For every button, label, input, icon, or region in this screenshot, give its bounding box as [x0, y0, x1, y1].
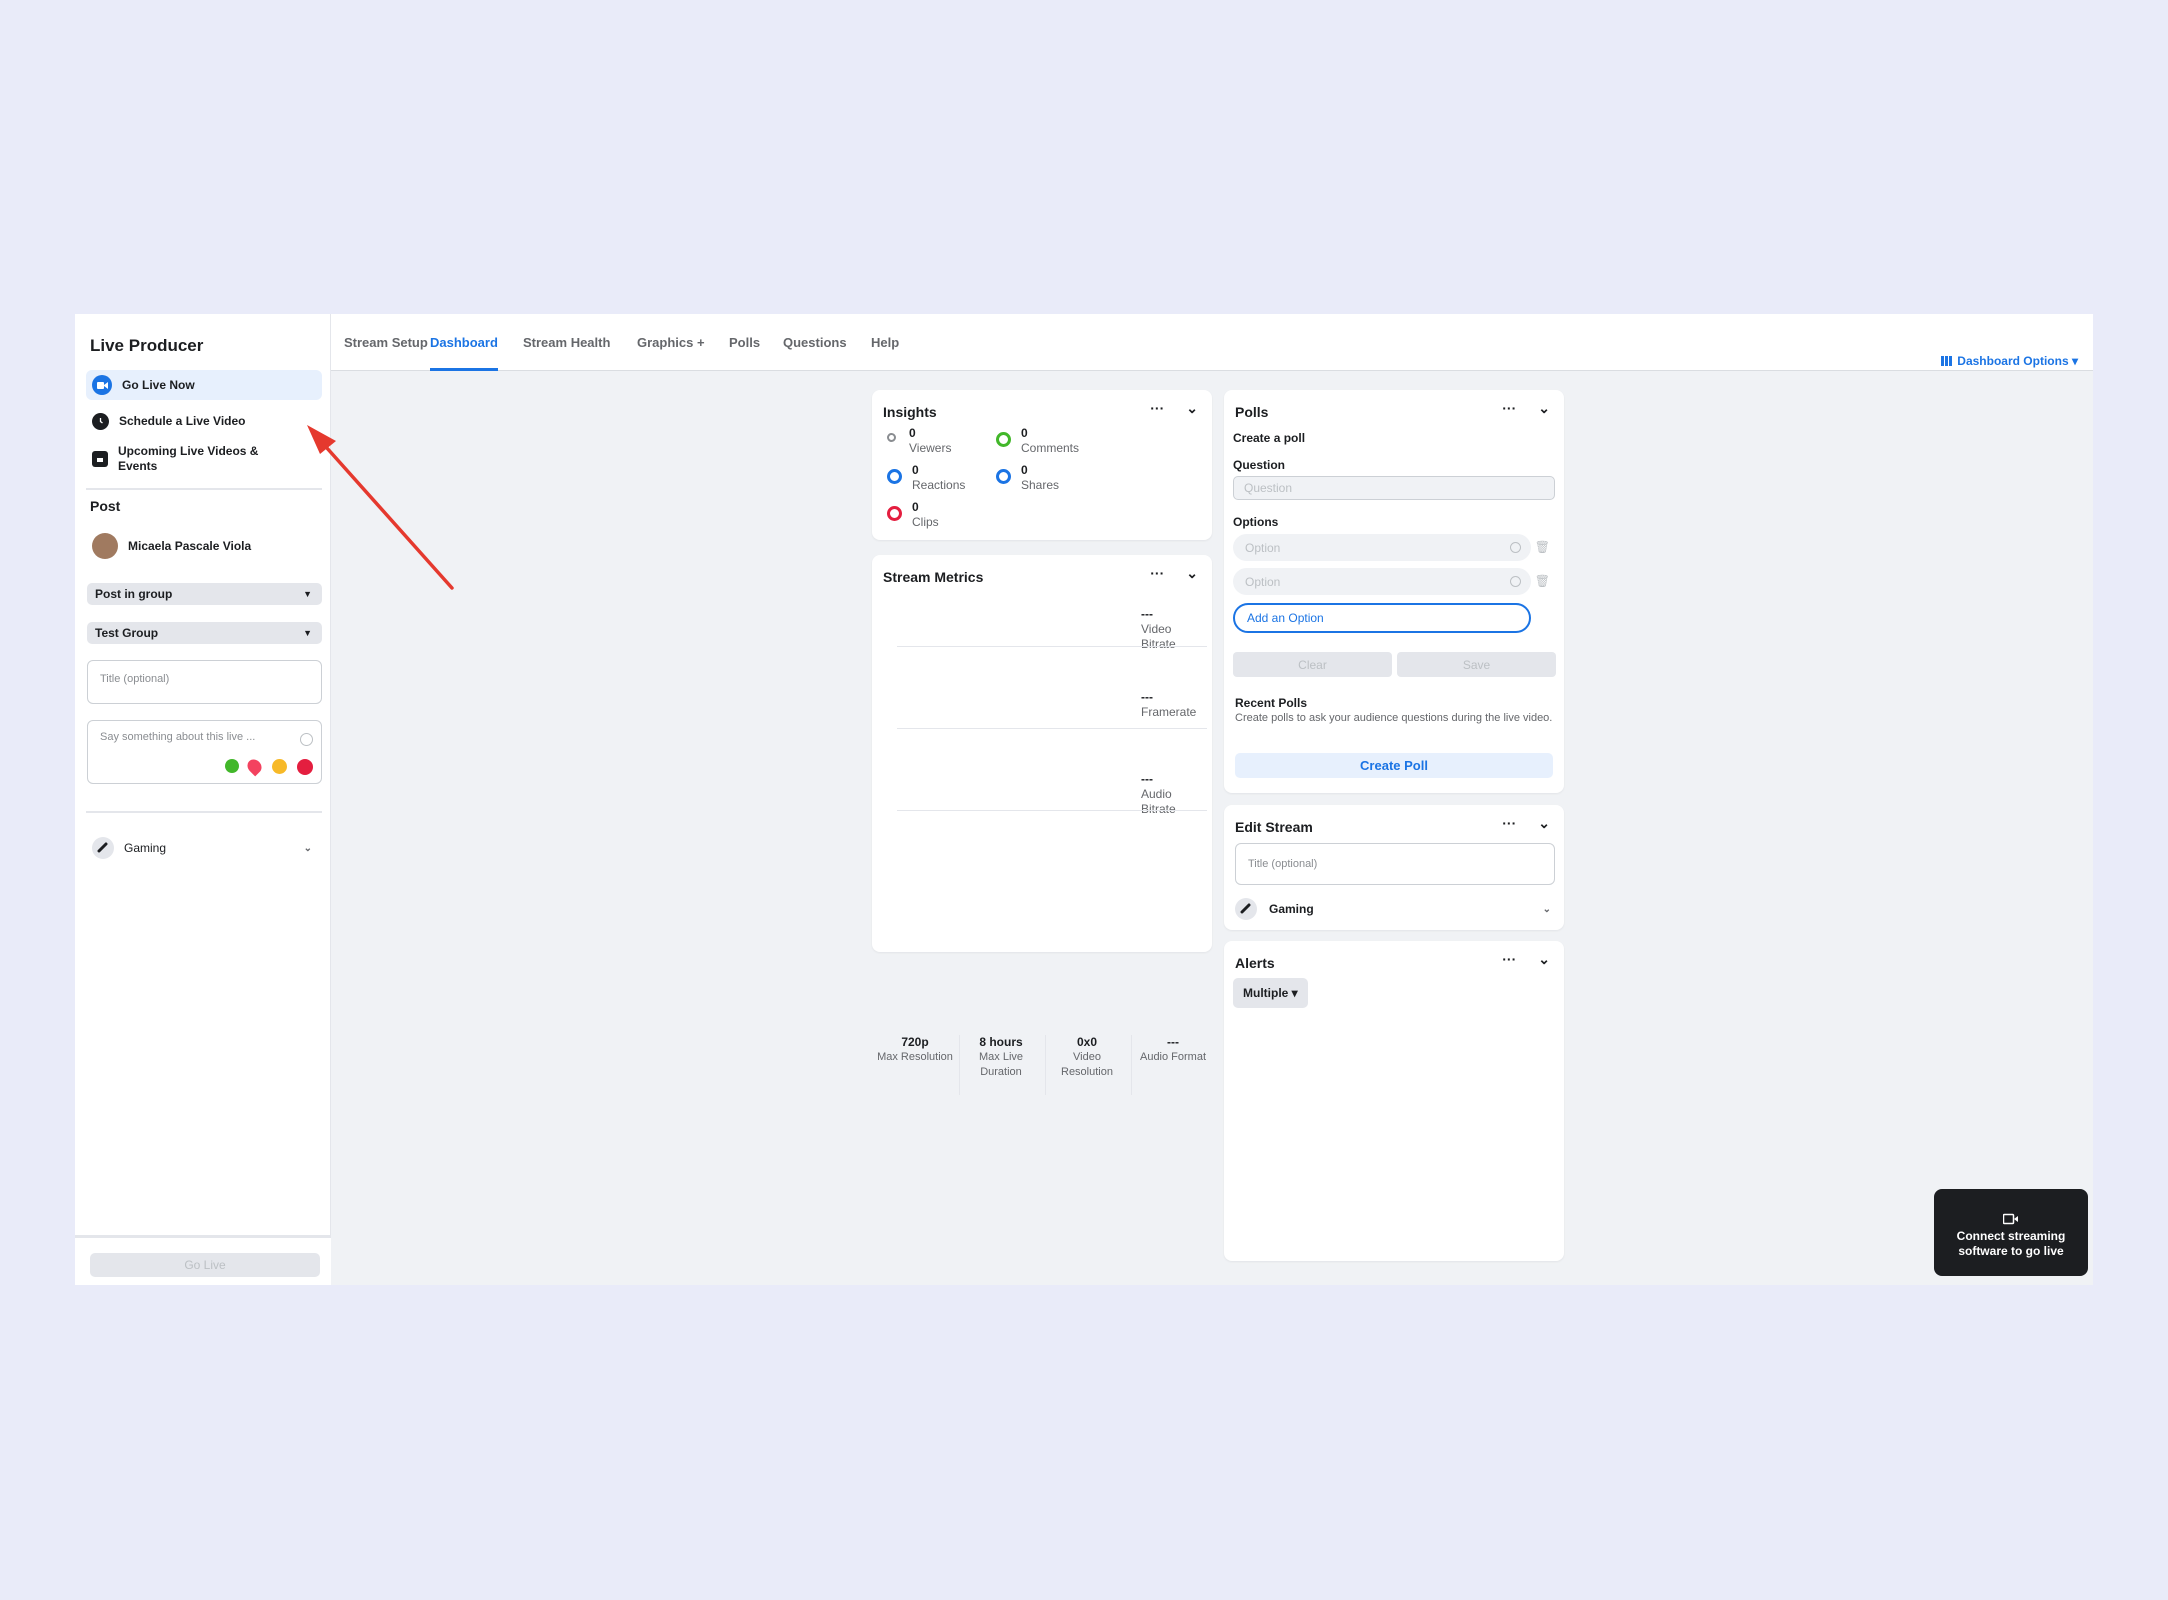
annotation-arrow [307, 425, 454, 590]
